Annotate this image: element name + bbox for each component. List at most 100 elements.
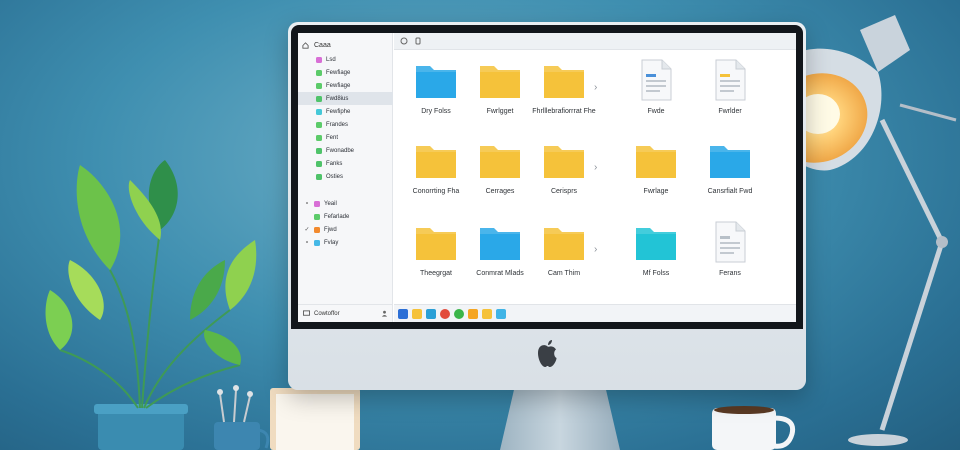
- sidebar-item-frandes[interactable]: Frandes: [298, 118, 393, 131]
- file-item-label: Conmrat Mlads: [476, 270, 524, 277]
- folder-icon: [316, 108, 322, 115]
- sidebar-item-fwonadbe[interactable]: Fwonadbe: [298, 144, 393, 157]
- person-icon[interactable]: [381, 310, 388, 317]
- expand-marker[interactable]: ∘: [304, 239, 310, 246]
- file-item-fhrlllebrafiorrrat-fhe[interactable]: Fhrlllebrafiorrrat Fhe: [526, 58, 602, 136]
- sidebar-item-label: Frandes: [326, 121, 349, 128]
- sidebar-item-label: Fewfiage: [326, 82, 351, 89]
- file-item-label: Cerisprs: [550, 188, 578, 195]
- sidebar-item-fefarlade[interactable]: Fefarlade: [298, 210, 393, 223]
- sidebar-item-label: Fent: [326, 134, 339, 141]
- sidebar-item-yeail[interactable]: ∘ Yeail: [298, 197, 393, 210]
- folder-icon: [314, 200, 320, 207]
- desk-scene: Caaa Lsd Fewfiage Fewfiage Fwd8ius Fewfiphe F…: [0, 0, 960, 450]
- folder-icon: [480, 146, 520, 178]
- home-icon: [302, 41, 309, 49]
- start-icon[interactable]: [398, 308, 408, 319]
- sidebar-item-label: Fefarlade: [324, 213, 350, 220]
- sidebar-item-fanks[interactable]: Fanks: [298, 157, 393, 170]
- store-icon[interactable]: [468, 308, 478, 319]
- file-item-fwrlder[interactable]: Fwrlder: [692, 58, 768, 136]
- sidebar-item-fewfiphe[interactable]: Fewfiphe: [298, 105, 393, 118]
- folder-icon: [544, 66, 584, 98]
- sidebar-item-label: Fwd8ius: [326, 95, 349, 102]
- chrome-icon[interactable]: [440, 308, 450, 319]
- sidebar-item-label: Fwonadbe: [326, 147, 355, 154]
- computer-icon: [303, 310, 310, 316]
- file-item-label: Dry Folss: [421, 108, 451, 115]
- sidebar-title: Caaa: [314, 41, 331, 49]
- sidebar-item-fewfiage[interactable]: Fewfiage: [298, 66, 393, 79]
- folder-icon: [544, 146, 584, 178]
- file-item-cam-thim[interactable]: Cam Thim: [526, 220, 602, 298]
- document-icon: [641, 59, 672, 101]
- document-icon: [715, 59, 746, 101]
- file-item-label: Mf Folss: [642, 270, 670, 277]
- file-item-label: Cansrfialt Fwd: [707, 188, 753, 195]
- file-item-mf-folss[interactable]: Mf Folss: [618, 220, 694, 298]
- sidebar-item-osties[interactable]: Osties: [298, 170, 393, 183]
- folder-icon: [314, 213, 320, 220]
- file-item-label: Fwrlder: [718, 108, 742, 115]
- files-icon[interactable]: [426, 308, 436, 319]
- file-item-label: Ferans: [719, 270, 741, 277]
- chevron-right-icon[interactable]: ›: [594, 244, 597, 255]
- sidebar-item-fwd8ius[interactable]: Fwd8ius: [298, 92, 393, 105]
- file-item-label: Fwrlage: [643, 188, 669, 195]
- desk-accessories: [214, 385, 360, 450]
- sidebar-list: Lsd Fewfiage Fewfiage Fwd8ius Fewfiphe Frande…: [298, 53, 393, 183]
- sidebar-item-label: Osties: [326, 173, 344, 180]
- file-item-label: Theegrgat: [420, 270, 452, 277]
- back-icon[interactable]: [400, 37, 408, 45]
- folder-icon: [544, 228, 584, 260]
- toolbar: [394, 33, 796, 50]
- app-icon[interactable]: [496, 308, 506, 319]
- file-grid: Dry Folss Fwrlgget Fhrlllebrafiorrrat Fhe F…: [394, 50, 796, 304]
- search-icon[interactable]: [414, 37, 422, 45]
- chevron-right-icon[interactable]: ›: [594, 82, 597, 93]
- sidebar-item-lsd[interactable]: Lsd: [298, 53, 393, 66]
- file-item-fwde[interactable]: Fwde: [618, 58, 694, 136]
- folder-icon: [316, 147, 322, 154]
- mail-icon[interactable]: [482, 308, 492, 319]
- expand-marker[interactable]: ∘: [304, 200, 310, 207]
- file-item-label: Fhrlllebrafiorrrat Fhe: [532, 108, 596, 115]
- sidebar-item-label: Fewfiphe: [326, 108, 351, 115]
- folder-icon: [416, 146, 456, 178]
- taskbar: [394, 304, 796, 322]
- file-explorer-window: Caaa Lsd Fewfiage Fewfiage Fwd8ius Fewfiphe F…: [298, 33, 796, 322]
- imac-monitor: Caaa Lsd Fewfiage Fewfiage Fwd8ius Fewfiphe F…: [288, 22, 806, 390]
- file-item-fwrlage[interactable]: Fwrlage: [618, 138, 694, 216]
- folder-icon: [316, 134, 322, 141]
- sidebar-item-label: Fvlay: [324, 239, 339, 246]
- sidebar-item-fjwd[interactable]: ✓ Fjwd: [298, 223, 393, 236]
- folder-icon: [316, 160, 322, 167]
- file-item-cansrfialt-fwd[interactable]: Cansrfialt Fwd: [692, 138, 768, 216]
- chevron-right-icon[interactable]: ›: [594, 162, 597, 173]
- document-icon: [715, 221, 746, 263]
- sidebar-footer[interactable]: Cowtoffor: [298, 304, 393, 322]
- sidebar-header[interactable]: Caaa: [302, 39, 331, 51]
- sidebar-item-label: Yeail: [324, 200, 337, 207]
- expand-marker[interactable]: ✓: [304, 226, 310, 233]
- folder-icon: [316, 69, 322, 76]
- folder-icon: [316, 82, 322, 89]
- edge-icon[interactable]: [454, 308, 464, 319]
- sidebar-item-fent[interactable]: Fent: [298, 131, 393, 144]
- folder-icon: [316, 121, 322, 128]
- sidebar-footer-label: Cowtoffor: [314, 310, 340, 317]
- sidebar: Caaa Lsd Fewfiage Fewfiage Fwd8ius Fewfiphe F…: [298, 33, 393, 322]
- file-item-cerisprs[interactable]: Cerisprs: [526, 138, 602, 216]
- monitor-stand: [500, 388, 620, 450]
- file-item-label: Fwrlgget: [486, 108, 514, 115]
- sidebar-item-label: Lsd: [326, 56, 336, 63]
- folder-icon: [480, 228, 520, 260]
- apple-logo-icon: [538, 340, 557, 367]
- folder-icon: [416, 228, 456, 260]
- file-item-ferans[interactable]: Ferans: [692, 220, 768, 298]
- sidebar-item-label: Fjwd: [324, 226, 337, 233]
- folder-icon[interactable]: [412, 308, 422, 319]
- sidebar-item-fewfiage[interactable]: Fewfiage: [298, 79, 393, 92]
- file-item-label: Conorrting Fha: [412, 188, 460, 195]
- sidebar-item-fvlay[interactable]: ∘ Fvlay: [298, 236, 393, 249]
